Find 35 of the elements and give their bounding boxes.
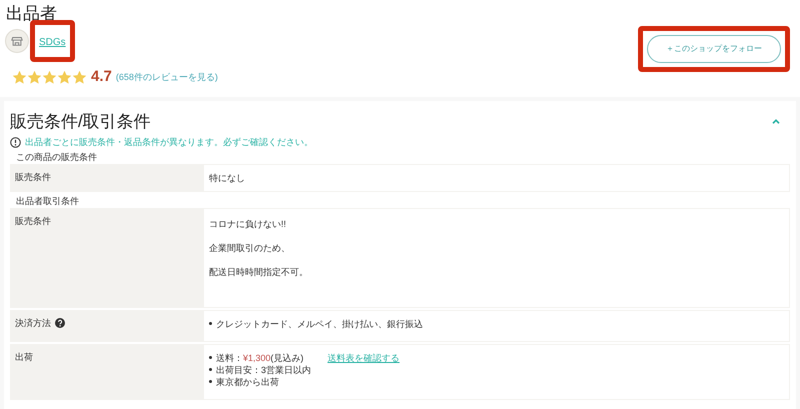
rating-score: 4.7 [91,67,112,87]
bullet-icon [209,380,212,383]
star-icon [42,70,57,85]
shop-name-link[interactable]: SDGs [39,37,66,48]
group-title: この商品の販売条件 [15,150,98,164]
alert-icon [10,137,21,148]
bullet-icon [209,356,212,359]
star-icon [27,70,42,85]
follow-shop-button[interactable]: ＋このショップをフォロー [647,35,781,63]
group-title: 出品者取引条件 [15,194,80,208]
star-icon [12,70,27,85]
notice-text: 出品者ごとに販売条件・返品条件が異なります。必ずご確認ください。 [25,136,313,149]
help-icon [55,318,65,328]
section-title: 販売条件/取引条件 [10,110,151,132]
row-label: 決済方法 [15,316,51,328]
bullet-text: 東京都から出荷 [216,376,279,388]
star-icon [72,70,87,85]
bullet-text: クレジットカード、メルペイ、掛け払い、銀行振込 [216,318,423,330]
condition-text: 配送日時時間指定不可。 [209,266,309,278]
bullet-icon [209,322,212,325]
shipping-table-link[interactable]: 送料表を確認する [328,352,400,364]
section-title: 出品者 [6,4,58,24]
star-icon [57,70,72,85]
condition-text: 特になし [209,172,246,184]
collapse-chevron-icon[interactable] [772,118,780,124]
row-label: 出荷 [15,350,33,362]
condition-text: コロナに負けない!! [209,218,288,230]
condition-text: 企業間取引のため、 [209,242,291,254]
reviews-link[interactable]: (658件のレビューを見る) [116,70,218,84]
bullet-text: 出荷目安：3営業日以内 [216,364,312,376]
shipping-fee: 送料：¥1,300(見込み) [216,352,304,364]
row-label: 販売条件 [15,170,51,182]
bullet-icon [209,368,212,371]
row-label: 販売条件 [15,214,51,226]
shop-avatar-icon [5,29,29,53]
